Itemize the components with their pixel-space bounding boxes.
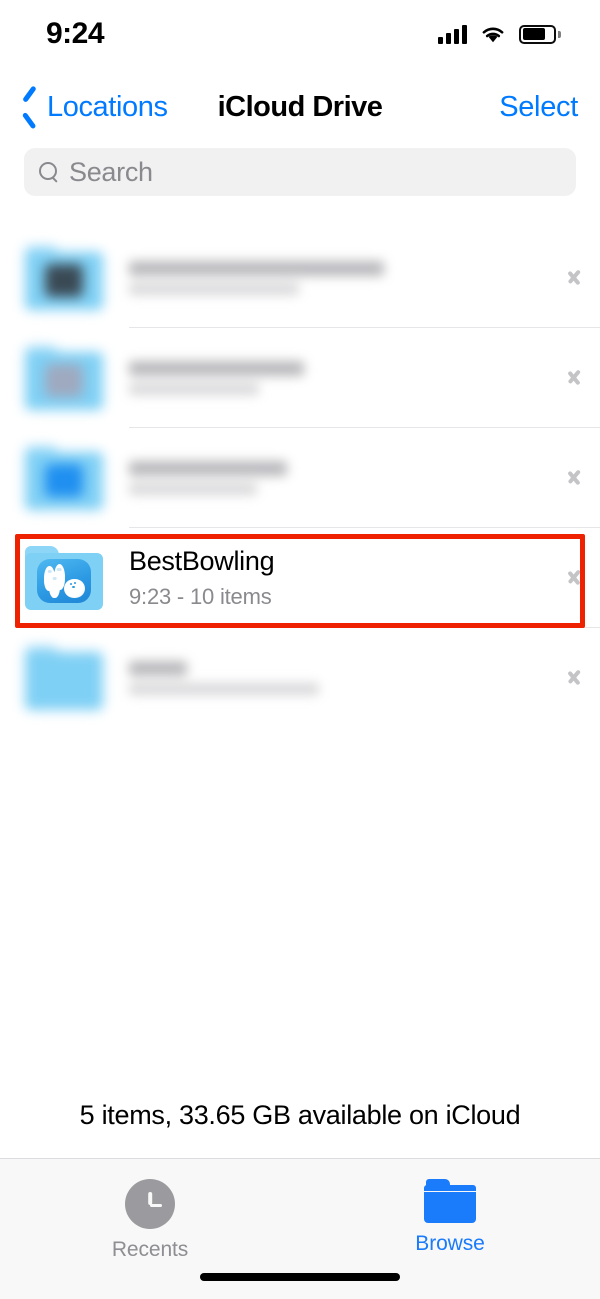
- list-item[interactable]: [0, 628, 600, 728]
- files-app-screen: 9:24 Locations iCloud Drive Select Searc…: [0, 0, 600, 1299]
- search-bar[interactable]: Search: [24, 148, 576, 196]
- back-button-label: Locations: [47, 90, 168, 123]
- list-item-bestbowling[interactable]: BestBowling 9:23 - 10 items: [0, 528, 600, 628]
- home-indicator: [200, 1273, 400, 1281]
- chevron-right-icon: [550, 328, 600, 428]
- list-item-text: [129, 461, 550, 495]
- status-bar: 9:24: [0, 0, 600, 68]
- item-count-status: 5 items, 33.65 GB available on iCloud: [79, 1100, 521, 1130]
- back-button[interactable]: Locations: [22, 91, 168, 124]
- status-bar-indicators: [438, 24, 561, 44]
- list-item-text: [129, 661, 550, 695]
- list-item-subtitle: 9:23 - 10 items: [129, 584, 272, 609]
- clock-icon: [125, 1179, 175, 1229]
- chevron-right-icon: [550, 528, 600, 628]
- file-list: BestBowling 9:23 - 10 items: [0, 228, 600, 728]
- wifi-icon: [482, 27, 504, 42]
- list-item-title: BestBowling: [129, 546, 275, 576]
- chevron-right-icon: [550, 228, 600, 328]
- list-item-text: [129, 361, 550, 395]
- tab-bar: Recents Browse: [0, 1158, 600, 1299]
- folder-icon: [25, 446, 103, 510]
- search-placeholder: Search: [69, 156, 153, 187]
- list-item[interactable]: [0, 328, 600, 428]
- tab-browse[interactable]: Browse: [300, 1179, 600, 1256]
- search-icon: [38, 161, 60, 183]
- list-item[interactable]: [0, 228, 600, 328]
- chevron-left-icon: [22, 91, 41, 123]
- search-field[interactable]: Search: [24, 148, 576, 196]
- tab-browse-label: Browse: [415, 1232, 485, 1255]
- tab-recents[interactable]: Recents: [0, 1179, 300, 1262]
- folder-icon: [424, 1179, 476, 1223]
- chevron-right-icon: [550, 428, 600, 528]
- folder-icon: [25, 346, 103, 410]
- folder-icon: [25, 646, 103, 710]
- status-bar-time: 9:24: [46, 17, 105, 50]
- cellular-signal-icon: [438, 24, 467, 44]
- chevron-right-icon: [550, 628, 600, 728]
- battery-icon: [519, 24, 561, 44]
- folder-icon: [25, 246, 103, 310]
- tab-recents-label: Recents: [111, 1238, 189, 1261]
- list-item[interactable]: [0, 428, 600, 528]
- select-button[interactable]: Select: [499, 91, 578, 124]
- list-item-text: [129, 261, 550, 295]
- navigation-bar: Locations iCloud Drive Select: [0, 76, 600, 138]
- bowling-folder-icon: [25, 546, 103, 610]
- list-item-text: BestBowling 9:23 - 10 items: [129, 546, 550, 610]
